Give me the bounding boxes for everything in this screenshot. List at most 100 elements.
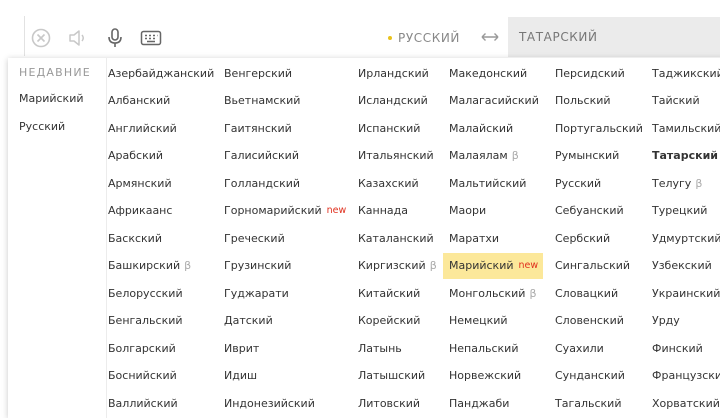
language-option[interactable]: Непальский: [443, 335, 518, 361]
language-option[interactable]: Удмуртский: [646, 225, 720, 251]
language-name: Башкирский: [108, 259, 181, 272]
language-option[interactable]: Марийский new: [443, 252, 543, 279]
language-option[interactable]: Сербский: [549, 225, 610, 251]
language-option[interactable]: Киргизский β: [352, 253, 437, 279]
language-option[interactable]: Вьетнамский: [218, 88, 300, 114]
language-option[interactable]: Тайский: [646, 88, 700, 114]
language-option[interactable]: Хорватский: [646, 390, 720, 416]
voice-input-button[interactable]: [102, 24, 128, 52]
language-option[interactable]: Сунданский: [549, 363, 625, 389]
language-option[interactable]: Македонский: [443, 60, 527, 86]
language-option[interactable]: Латынь: [352, 335, 402, 361]
language-option[interactable]: Телугу β: [646, 170, 702, 196]
clear-button[interactable]: [28, 24, 54, 52]
language-option[interactable]: Итальянский: [352, 143, 434, 169]
language-option[interactable]: Украинский: [646, 280, 720, 306]
listen-button[interactable]: [65, 24, 91, 52]
language-name: Болгарский: [108, 341, 176, 355]
language-option[interactable]: Польский: [549, 88, 611, 114]
language-option[interactable]: Армянский: [102, 170, 172, 196]
language-name: Непальский: [449, 341, 519, 355]
language-option[interactable]: Словацкий: [549, 280, 618, 306]
language-option[interactable]: Горномарийский new: [218, 198, 346, 224]
language-option-selected[interactable]: Татарский: [646, 143, 718, 169]
language-option[interactable]: Датский: [218, 308, 273, 334]
language-option[interactable]: Башкирский β: [102, 253, 191, 279]
language-name: Малайский: [449, 121, 514, 135]
language-option[interactable]: Сингальский: [549, 253, 630, 279]
language-option[interactable]: Белорусский: [102, 280, 183, 306]
language-option[interactable]: Китайский: [352, 280, 420, 306]
language-option[interactable]: Турецкий: [646, 198, 707, 224]
language-option[interactable]: Болгарский: [102, 335, 176, 361]
language-option[interactable]: Малагасийский: [443, 88, 539, 114]
language-option[interactable]: Румынский: [549, 143, 619, 169]
language-name: Галисийский: [224, 149, 299, 162]
language-name: Словенский: [555, 314, 624, 327]
language-option[interactable]: Голландский: [218, 170, 300, 196]
language-option[interactable]: Баскский: [102, 225, 162, 251]
language-option[interactable]: Азербайджанский: [102, 60, 214, 86]
language-option[interactable]: Тагальский: [549, 390, 621, 416]
language-option[interactable]: Литовский: [352, 390, 420, 416]
language-option[interactable]: Индонезийский: [218, 390, 315, 416]
language-option[interactable]: Боснийский: [102, 363, 177, 389]
language-option[interactable]: Мальтийский: [443, 170, 526, 196]
language-option[interactable]: Ирландский: [352, 60, 429, 86]
language-name: Монгольский: [449, 286, 526, 300]
target-language-selector[interactable]: ТАТАРСКИЙ: [508, 17, 720, 57]
language-option[interactable]: Исландский: [352, 88, 428, 114]
language-option[interactable]: Валлийский: [102, 390, 178, 416]
language-option[interactable]: Таджикский: [646, 60, 720, 86]
language-option[interactable]: Тамильский: [646, 115, 720, 141]
source-language-selector[interactable]: РУССКИЙ: [388, 18, 473, 58]
language-option[interactable]: Каталанский: [352, 225, 434, 251]
virtual-keyboard-button[interactable]: [138, 24, 164, 52]
language-option[interactable]: Узбекский: [646, 253, 712, 279]
language-option[interactable]: Персидский: [549, 60, 625, 86]
language-name: Идиш: [224, 369, 258, 382]
beta-badge: β: [511, 149, 519, 162]
language-option[interactable]: Идиш: [218, 363, 257, 389]
language-option[interactable]: Казахский: [352, 170, 419, 196]
language-option[interactable]: Испанский: [352, 115, 420, 141]
language-name: Суахили: [555, 341, 604, 355]
language-option[interactable]: Малайский: [443, 115, 513, 141]
language-option[interactable]: Иврит: [218, 335, 259, 361]
swap-languages-button[interactable]: [478, 26, 502, 48]
language-option[interactable]: Латышский: [352, 363, 425, 389]
language-option[interactable]: Корейский: [352, 308, 420, 334]
language-option[interactable]: Французский: [646, 363, 720, 389]
language-name: Турецкий: [652, 204, 708, 217]
language-option[interactable]: Галисийский: [218, 143, 299, 169]
language-option[interactable]: Албанский: [102, 88, 170, 114]
language-option[interactable]: Арабский: [102, 143, 163, 169]
language-option[interactable]: Венгерский: [218, 60, 292, 86]
language-option[interactable]: Каннада: [352, 198, 408, 224]
language-name: Сербский: [555, 231, 611, 245]
language-option[interactable]: Малаялам β: [443, 143, 519, 169]
language-option[interactable]: Португальский: [549, 115, 643, 141]
language-option[interactable]: Греческий: [218, 225, 285, 251]
language-option[interactable]: Суахили: [549, 335, 604, 361]
language-option[interactable]: Маратхи: [443, 225, 499, 251]
language-option[interactable]: Финский: [646, 335, 703, 361]
language-option[interactable]: Гаитянский: [218, 115, 292, 141]
language-option[interactable]: Английский: [102, 115, 177, 141]
language-option[interactable]: Панджаби: [443, 390, 509, 416]
language-option[interactable]: Маори: [443, 198, 486, 224]
recent-language-item[interactable]: Марийский: [19, 92, 84, 105]
language-option[interactable]: Словенский: [549, 308, 624, 334]
language-option[interactable]: Урду: [646, 308, 680, 334]
recent-language-item[interactable]: Русский: [19, 120, 65, 133]
language-option[interactable]: Немецкий: [443, 308, 508, 334]
language-option[interactable]: Грузинский: [218, 253, 291, 279]
language-name: Малагасийский: [449, 94, 539, 107]
language-option[interactable]: Африкаанс: [102, 198, 172, 224]
language-option[interactable]: Монгольский β: [443, 280, 536, 306]
language-option[interactable]: Русский: [549, 170, 601, 196]
language-option[interactable]: Гуджарати: [218, 280, 289, 306]
language-option[interactable]: Бенгальский: [102, 308, 183, 334]
language-option[interactable]: Норвежский: [443, 363, 521, 389]
language-option[interactable]: Себуанский: [549, 198, 624, 224]
